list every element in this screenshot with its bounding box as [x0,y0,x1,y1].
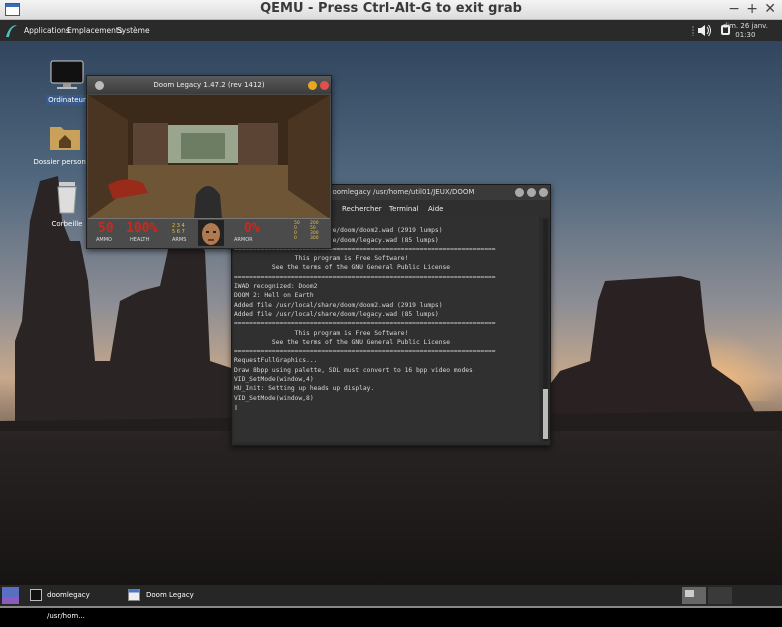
armor-value: 0% [244,221,260,236]
menu-applications[interactable]: Applications [24,26,70,35]
terminal-icon [30,589,42,601]
close-button[interactable]: ✕ [764,1,776,17]
terminal-line: IWAD recognized: Doom2 [234,283,318,291]
doom-minimize-button[interactable] [308,81,317,90]
doom-window: Doom Legacy 1.47.2 (rev 1412) 50 AMMO 10… [86,75,332,249]
clock-time: 01:30 [735,31,756,39]
health-label: HEALTH [130,237,150,243]
computer-label: Ordinateur [46,95,88,105]
terminal-line: HU_Init: Setting up heads up display. [234,385,375,393]
doom-close-button[interactable] [320,81,329,90]
computer-icon [50,60,84,89]
terminal-line: This program is Free Software! [234,329,409,337]
ammo-max: 200 50 300 300 [310,221,319,241]
task-doom-label: Doom Legacy [146,591,194,599]
menu-aide[interactable]: Aide [428,205,443,213]
terminal-line: See the terms of the GNU General Public … [234,338,451,346]
top-panel: Applications Emplacements Système dim. 2… [0,20,782,41]
workspace-switcher[interactable] [682,587,706,604]
terminal-line: See the terms of the GNU General Public … [234,264,451,272]
trash-label: Corbeille [51,220,83,228]
clock-date: dim. 26 janv. [722,22,768,30]
terminal-line: RequestFullGraphics... [234,357,318,365]
terminal-line: VID_SetMode(window,8) [234,394,314,402]
doom-status-bar: 50 AMMO 100% HEALTH 2 3 45 6 7 ARMS 0% A… [88,218,330,247]
terminal-title: doomlegacy /usr/home/util01/JEUX/DOOM [328,188,475,196]
terminal-line: This program is Free Software! [234,255,409,263]
health-value: 100% [126,221,158,236]
clock[interactable]: dim. 26 janv. 01:30 [723,22,768,40]
terminal-minimize-button[interactable] [515,188,524,197]
terminal-line: Draw 8bpp using palette, SDL must conver… [234,366,473,374]
home-folder-icon [50,127,80,150]
qemu-title: QEMU - Press Ctrl-Alt-G to exit grab [260,1,522,16]
terminal-line: ▯ [234,403,238,411]
menu-systeme[interactable]: Système [117,26,150,35]
scrollbar-thumb[interactable] [543,389,548,439]
arms-slots: 2 3 45 6 7 [172,223,185,235]
arms-label: ARMS [172,237,187,243]
armor-label: ARMOR [234,237,253,243]
terminal-scrollbar[interactable] [543,219,548,441]
qemu-titlebar: QEMU - Press Ctrl-Alt-G to exit grab − +… [0,0,782,20]
doomguy-face-icon [198,220,224,246]
doom-menu-button[interactable] [95,81,104,90]
ammo-value: 50 [98,221,114,236]
trash-icon [57,182,77,214]
panel-separator-icon [692,26,694,36]
ammo-counts: 50 0 0 0 [294,221,300,241]
desert-ground [0,431,782,585]
terminal-line: ========================================… [234,273,496,281]
minimize-button[interactable]: − [728,1,740,17]
menu-rechercher[interactable]: Rechercher [342,205,382,213]
window-icon [128,589,140,601]
task-doom[interactable]: Doom Legacy [126,585,236,606]
doom-title: Doom Legacy 1.47.2 (rev 1412) [153,81,265,89]
taskbar: doomlegacy /usr/hom... Doom Legacy [0,585,782,620]
doom-scene [88,95,330,219]
ammo-label: AMMO [96,237,112,243]
workspace-2[interactable] [708,587,732,604]
maximize-button[interactable]: + [746,1,758,17]
task-terminal[interactable]: doomlegacy /usr/hom... [28,585,123,620]
menu-terminal[interactable]: Terminal [389,205,419,213]
terminal-maximize-button[interactable] [527,188,536,197]
terminal-line: VID_SetMode(window,4) [234,376,314,384]
terminal-line: ========================================… [234,348,496,356]
terminal-close-button[interactable] [539,188,548,197]
terminal-line: Added file /usr/local/share/doom/legacy.… [234,310,439,318]
doom-titlebar[interactable]: Doom Legacy 1.47.2 (rev 1412) [87,76,331,94]
terminal-line: DOOM 2: Hell on Earth [234,292,314,300]
distro-logo-icon[interactable] [3,22,19,39]
volume-icon[interactable] [697,24,712,37]
menu-emplacements[interactable]: Emplacements [67,26,123,35]
terminal-line: Added file /usr/local/share/doom/doom2.w… [234,301,443,309]
show-desktop-icon[interactable] [2,587,19,604]
terminal-line: ========================================… [234,320,496,328]
terminal-output[interactable]: DOOM 2: Hell on EarthAdded file /usr/loc… [234,217,539,442]
doom-viewport[interactable]: 50 AMMO 100% HEALTH 2 3 45 6 7 ARMS 0% A… [88,95,330,247]
